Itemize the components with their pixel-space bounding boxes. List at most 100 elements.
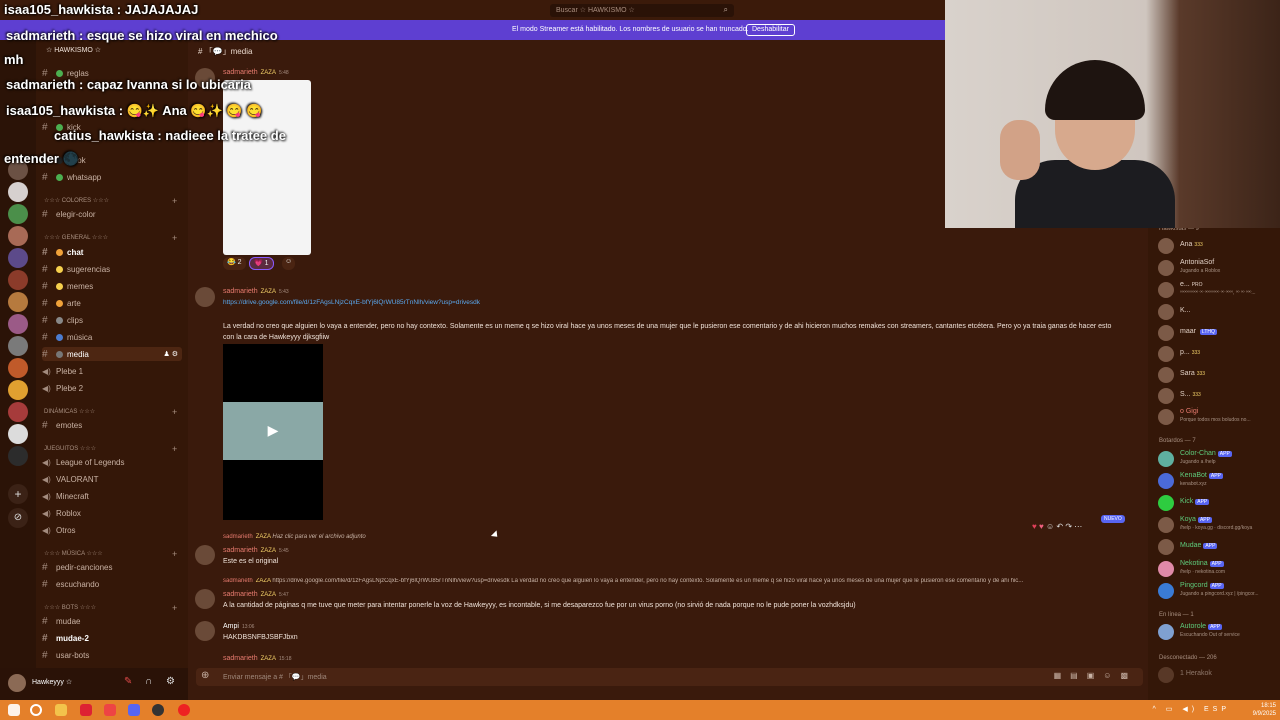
member-item[interactable]: Nekotina APP/help · nekotina.com bbox=[1158, 559, 1280, 579]
message-author[interactable]: sadmarieth ZAZA 15:18 bbox=[223, 655, 292, 662]
message-author[interactable]: sadmarieth ZAZA 5:43 bbox=[223, 288, 289, 295]
forward-icon[interactable]: ↷ bbox=[1065, 522, 1072, 531]
emoji-icon[interactable]: ☺ bbox=[1103, 671, 1120, 680]
server-icon[interactable] bbox=[8, 182, 28, 202]
disable-streamer-button[interactable]: Deshabilitar bbox=[746, 24, 795, 36]
channel-musica[interactable]: # música bbox=[42, 330, 182, 344]
reply-preview[interactable]: sadmarieth ZAZA Haz clic para ver el arch… bbox=[223, 534, 366, 540]
explore-icon[interactable]: ⊘ bbox=[8, 508, 28, 528]
member-item[interactable]: AntoniaSof Jugando a Roblox bbox=[1158, 258, 1280, 278]
member-item[interactable]: KenaBot APP kenabot.xyz bbox=[1158, 471, 1280, 491]
voice-channel-otros[interactable]: ◀) Otros bbox=[42, 523, 182, 537]
voice-channel-roblox[interactable]: ◀) Roblox bbox=[42, 506, 182, 520]
channel-usar-bots[interactable]: # usar-bots bbox=[42, 648, 182, 662]
clock[interactable]: 18:15 9/9/2025 bbox=[1253, 702, 1276, 718]
member-item[interactable]: e... PRO ºººººººººº ºº ºººººººº ºº ºººº, … bbox=[1158, 280, 1280, 300]
add-channel-icon[interactable]: + bbox=[172, 603, 177, 613]
play-icon[interactable]: ▶ bbox=[263, 422, 283, 440]
avatar[interactable] bbox=[195, 621, 215, 641]
member-item[interactable]: Color-Chan APP Jugando a /help bbox=[1158, 449, 1280, 469]
message-composer[interactable]: ⊕ Enviar mensaje a # 「💬」media ▦▤▣☺▩ bbox=[196, 668, 1143, 686]
member-item[interactable]: Koya APP/help · koya.gg · discord.gg/koya bbox=[1158, 515, 1280, 535]
heart-icon[interactable]: ♥ bbox=[1039, 522, 1044, 531]
server-icon[interactable] bbox=[8, 270, 28, 290]
apps-icon[interactable]: ▩ bbox=[1120, 671, 1137, 680]
voice-channel-lol[interactable]: ◀) League of Legends bbox=[42, 455, 182, 469]
voice-channel-valorant[interactable]: ◀) VALORANT bbox=[42, 472, 182, 486]
channel-pedir-canciones[interactable]: # pedir-canciones bbox=[42, 560, 182, 574]
obs-icon[interactable] bbox=[152, 704, 164, 716]
search-icon[interactable] bbox=[30, 704, 42, 716]
gif-icon[interactable]: ▤ bbox=[1070, 671, 1087, 680]
mute-icon[interactable]: ✎ bbox=[124, 676, 132, 687]
opera-icon[interactable] bbox=[104, 704, 116, 716]
message-link[interactable]: https://drive.google.com/file/d/1zFAgsLN… bbox=[223, 299, 480, 306]
gear-icon[interactable]: ⚙ bbox=[166, 676, 175, 687]
member-item[interactable]: Pingcord APP Jugando a pingcord.xyz | /pin… bbox=[1158, 581, 1280, 601]
add-channel-icon[interactable]: + bbox=[172, 549, 177, 559]
member-item[interactable]: S... 333 bbox=[1158, 386, 1280, 406]
member-item[interactable]: p... 333 bbox=[1158, 344, 1280, 364]
more-icon[interactable]: ⋯ bbox=[1074, 522, 1082, 531]
reply-icon[interactable]: ↶ bbox=[1056, 522, 1063, 531]
search-input[interactable]: Buscar ☆ HAWKISMO ☆ ⌕ bbox=[550, 4, 734, 17]
server-icon[interactable] bbox=[8, 314, 28, 334]
server-icon[interactable] bbox=[8, 424, 28, 444]
member-item[interactable]: maar LTHQ bbox=[1158, 323, 1280, 343]
avatar[interactable] bbox=[195, 589, 215, 609]
server-icon[interactable] bbox=[8, 336, 28, 356]
category-musica[interactable]: ☆☆☆ MÚSICA ☆☆☆ + bbox=[44, 549, 177, 559]
category-colores[interactable]: ☆☆☆ COLORES ☆☆☆ + bbox=[44, 196, 177, 206]
voice-channel-minecraft[interactable]: ◀) Minecraft bbox=[42, 489, 182, 503]
member-item[interactable]: K... bbox=[1158, 302, 1280, 322]
voice-channel-plebe-1[interactable]: ◀) Plebe 1 bbox=[42, 364, 182, 378]
message-author[interactable]: sadmarieth ZAZA 5:47 bbox=[223, 591, 289, 598]
member-item[interactable]: Kick APP bbox=[1158, 493, 1280, 513]
channel-elegir-color[interactable]: # elegir-color bbox=[42, 207, 182, 221]
add-channel-icon[interactable]: + bbox=[172, 233, 177, 243]
avatar[interactable] bbox=[195, 287, 215, 307]
gift-icon[interactable]: ▦ bbox=[1054, 671, 1071, 680]
channel-chat[interactable]: # chat bbox=[42, 245, 182, 259]
system-tray[interactable]: ^ ▭ ◀) ESP bbox=[1153, 705, 1230, 713]
add-server-icon[interactable]: + bbox=[8, 484, 28, 504]
server-icon[interactable] bbox=[8, 292, 28, 312]
channel-arte[interactable]: # arte bbox=[42, 296, 182, 310]
member-item[interactable]: Sara 333 bbox=[1158, 365, 1280, 385]
category-general[interactable]: ☆☆☆ GENERAL ☆☆☆ + bbox=[44, 233, 177, 243]
member-item[interactable]: 1 Herakok bbox=[1158, 665, 1280, 685]
server-icon[interactable] bbox=[8, 402, 28, 422]
heart-icon[interactable]: ♥ bbox=[1032, 522, 1037, 531]
channel-settings-icon[interactable]: ♟ ⚙ bbox=[164, 350, 179, 358]
username[interactable]: Hawkeyyy ☆ bbox=[32, 678, 72, 686]
member-item[interactable]: Mudae APP bbox=[1158, 537, 1280, 557]
server-icon[interactable] bbox=[8, 204, 28, 224]
avatar[interactable] bbox=[195, 545, 215, 565]
add-reaction-icon[interactable]: ☺ bbox=[282, 257, 296, 270]
channel-media[interactable]: # media ♟ ⚙ bbox=[42, 347, 182, 361]
channel-mudae-2[interactable]: # mudae-2 bbox=[42, 631, 182, 645]
server-icon[interactable] bbox=[8, 380, 28, 400]
avatar[interactable] bbox=[8, 674, 26, 692]
member-item[interactable]: o Gigi Porque todos mos boludos no... bbox=[1158, 407, 1280, 427]
channel-memes[interactable]: # memes bbox=[42, 279, 182, 293]
category-jueguitos[interactable]: JUEGUITOS ☆☆☆ + bbox=[44, 444, 177, 454]
member-item[interactable]: Autorole APP Escuchando Out of service bbox=[1158, 622, 1280, 642]
brave-icon[interactable] bbox=[80, 704, 92, 716]
message-author[interactable]: sadmarieth ZAZA 5:45 bbox=[223, 547, 289, 554]
server-icon[interactable] bbox=[8, 248, 28, 268]
channel-mudae[interactable]: # mudae bbox=[42, 614, 182, 628]
add-channel-icon[interactable]: + bbox=[172, 196, 177, 206]
add-channel-icon[interactable]: + bbox=[172, 407, 177, 417]
channel-whatsapp[interactable]: # whatsapp bbox=[42, 170, 182, 184]
member-item[interactable]: Ana 333 bbox=[1158, 236, 1280, 256]
channel-sugerencias[interactable]: # sugerencias bbox=[42, 262, 182, 276]
headphones-icon[interactable]: ∩ bbox=[145, 676, 152, 687]
sticker-icon[interactable]: ▣ bbox=[1087, 671, 1104, 680]
channel-emotes[interactable]: # emotes bbox=[42, 418, 182, 432]
reply-preview[interactable]: sadmarieth ZAZA https://drive.google.com/… bbox=[223, 578, 1123, 584]
add-channel-icon[interactable]: + bbox=[172, 444, 177, 454]
message-author[interactable]: Ampi 13:06 bbox=[223, 623, 254, 630]
emoji-icon[interactable]: ☺ bbox=[1046, 522, 1054, 531]
video-attachment[interactable]: ▶ bbox=[223, 344, 323, 520]
